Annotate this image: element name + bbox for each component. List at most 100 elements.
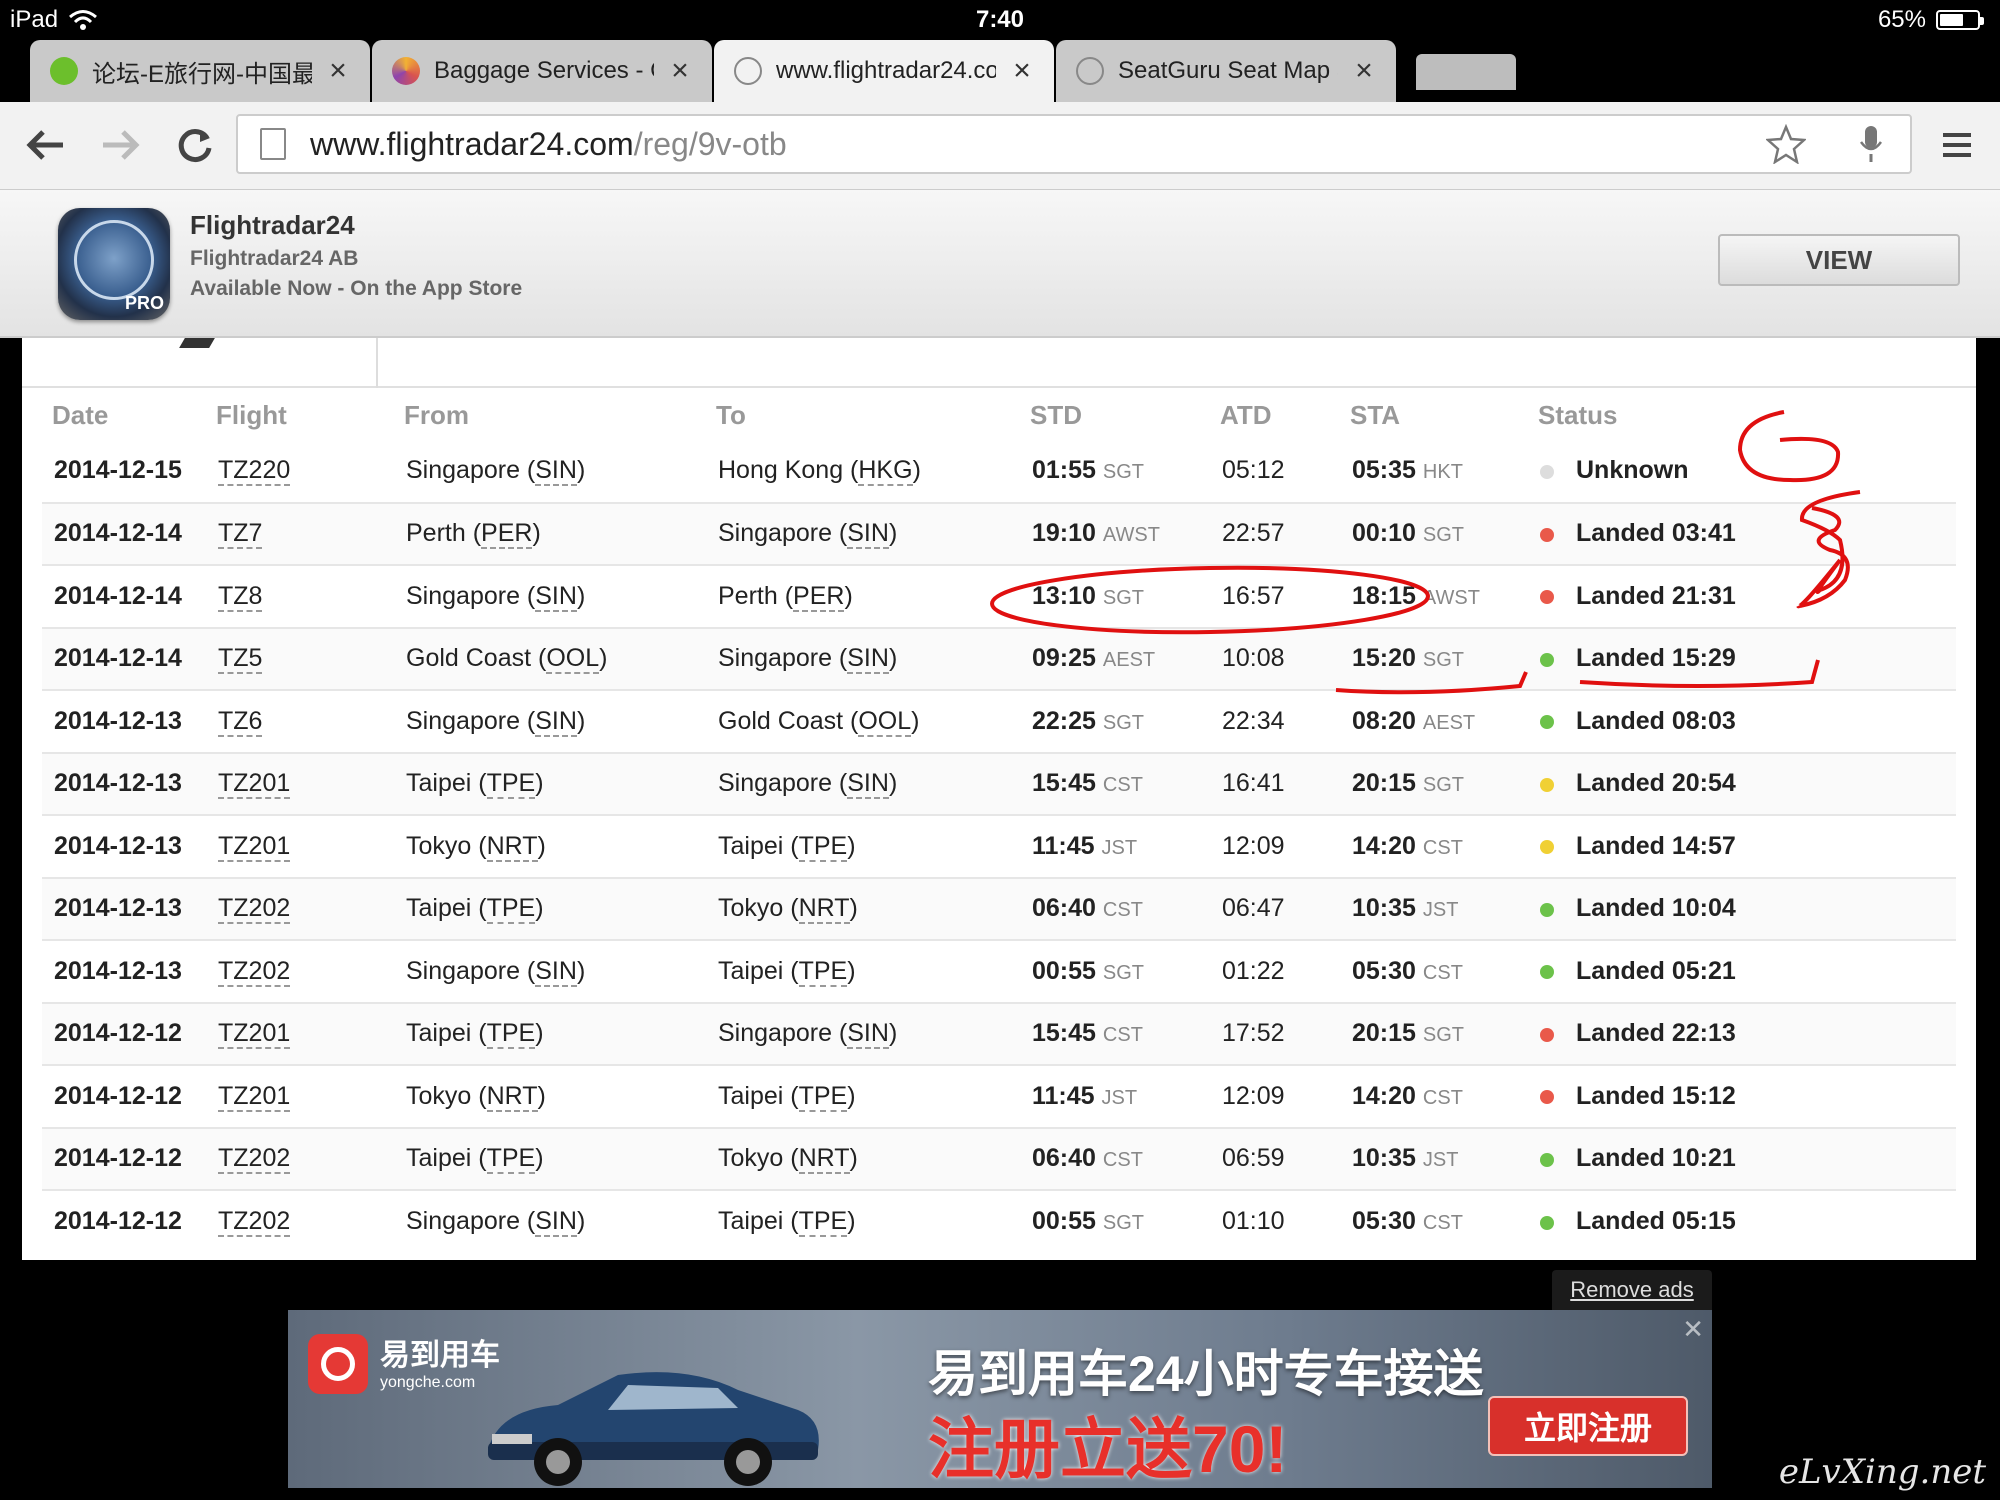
- close-icon[interactable]: ×: [668, 54, 692, 88]
- flight-link[interactable]: TZ202: [218, 894, 291, 925]
- close-icon[interactable]: ✕: [1682, 1314, 1704, 1345]
- flight-link[interactable]: TZ220: [218, 456, 291, 487]
- table-row[interactable]: 2014-12-12 TZ201 Tokyo (NRT) Taipei (TPE) 11…: [42, 1064, 1956, 1128]
- sta-timezone: SGT: [1422, 1024, 1465, 1047]
- std-time: 22:25: [1032, 706, 1096, 735]
- sta-timezone: CST: [1422, 1086, 1463, 1109]
- origin-airport[interactable]: Tokyo (NRT): [406, 831, 546, 862]
- std-time: 06:40: [1032, 1144, 1096, 1173]
- sta-timezone: CST: [1422, 836, 1463, 859]
- forward-button[interactable]: [96, 120, 146, 170]
- status-dot-icon: [1540, 1152, 1554, 1167]
- reload-button[interactable]: [170, 120, 220, 170]
- destination-airport[interactable]: Taipei (TPE): [718, 956, 856, 987]
- tab-seatguru[interactable]: SeatGuru Seat Map S ×: [1056, 40, 1396, 102]
- star-icon[interactable]: [1766, 124, 1806, 164]
- table-row[interactable]: 2014-12-14 TZ7 Perth (PER) Singapore (SIN) 1…: [42, 501, 1956, 565]
- table-row[interactable]: 2014-12-13 TZ201 Tokyo (NRT) Taipei (TPE) 11…: [42, 814, 1956, 878]
- destination-airport[interactable]: Singapore (SIN): [718, 519, 897, 550]
- ad-register-button[interactable]: 立即注册: [1488, 1396, 1688, 1456]
- table-row[interactable]: 2014-12-13 TZ201 Taipei (TPE) Singapore (SI…: [42, 751, 1956, 815]
- flight-link[interactable]: TZ5: [218, 644, 263, 675]
- flight-link[interactable]: TZ201: [218, 831, 291, 862]
- table-header-row: Date Flight From To STD ATD STA Status: [42, 390, 1956, 440]
- flight-link[interactable]: TZ7: [218, 519, 263, 550]
- table-row[interactable]: 2014-12-14 TZ8 Singapore (SIN) Perth (PER) 1…: [42, 564, 1956, 628]
- destination-airport[interactable]: Taipei (TPE): [718, 831, 856, 862]
- battery-icon: [1936, 10, 1984, 30]
- destination-airport[interactable]: Tokyo (NRT): [718, 1144, 858, 1175]
- cell-flight: TZ201: [206, 1064, 394, 1128]
- origin-airport[interactable]: Tokyo (NRT): [406, 1081, 546, 1112]
- origin-airport[interactable]: Singapore (SIN): [406, 456, 585, 487]
- destination-airport[interactable]: Singapore (SIN): [718, 769, 897, 800]
- column-header-from: From: [404, 399, 469, 430]
- view-app-button[interactable]: VIEW: [1718, 234, 1960, 286]
- flight-link[interactable]: TZ201: [218, 1081, 291, 1112]
- destination-airport[interactable]: Singapore (SIN): [718, 1019, 897, 1050]
- cell-flight: TZ220: [206, 440, 394, 503]
- tab-baggage-services[interactable]: Baggage Services - C ×: [372, 40, 712, 102]
- std-time: 01:55: [1032, 456, 1096, 485]
- flight-link[interactable]: TZ202: [218, 1144, 291, 1175]
- status-dot-icon: [1540, 715, 1554, 730]
- sta-timezone: CST: [1422, 961, 1463, 984]
- menu-button[interactable]: [1932, 120, 1982, 170]
- ad-banner[interactable]: 易到用车 yongche.com 易到用车24小时专车接送 注册立送70! 立即注…: [288, 1310, 1712, 1488]
- status-dot-icon: [1540, 527, 1554, 542]
- cell-to: Singapore (SIN): [706, 1001, 1020, 1065]
- destination-airport[interactable]: Gold Coast (OOL): [718, 706, 919, 737]
- status-text: Landed 21:31: [1576, 581, 1736, 610]
- table-row[interactable]: 2014-12-12 TZ202 Singapore (SIN) Taipei (TP…: [42, 1189, 1956, 1253]
- origin-airport[interactable]: Perth (PER): [406, 519, 541, 550]
- table-row[interactable]: 2014-12-13 TZ6 Singapore (SIN) Gold Coast (…: [42, 689, 1956, 753]
- new-tab-button[interactable]: [1416, 54, 1516, 90]
- close-icon[interactable]: ×: [1352, 54, 1376, 88]
- cell-std: 15:45 CST: [1020, 1001, 1210, 1065]
- destination-airport[interactable]: Perth (PER): [718, 581, 853, 612]
- origin-airport[interactable]: Taipei (TPE): [406, 1144, 544, 1175]
- cell-to: Taipei (TPE): [706, 814, 1020, 878]
- flight-link[interactable]: TZ202: [218, 1207, 291, 1238]
- cell-sta: 00:10 SGT: [1340, 501, 1528, 565]
- flight-link[interactable]: TZ201: [218, 1019, 291, 1050]
- close-icon[interactable]: ×: [326, 54, 350, 88]
- address-bar[interactable]: www.flightradar24.com/reg/9v-otb: [236, 114, 1912, 174]
- remove-ads-link[interactable]: Remove ads: [1552, 1270, 1712, 1310]
- cell-from: Taipei (TPE): [394, 751, 706, 815]
- tab-elvxing[interactable]: 论坛-E旅行网-中国最大 ×: [30, 40, 370, 102]
- origin-airport[interactable]: Taipei (TPE): [406, 769, 544, 800]
- microphone-icon[interactable]: [1858, 124, 1884, 164]
- origin-airport[interactable]: Gold Coast (OOL): [406, 644, 607, 675]
- destination-airport[interactable]: Tokyo (NRT): [718, 894, 858, 925]
- cell-sta: 08:20 AEST: [1340, 689, 1528, 753]
- origin-airport[interactable]: Singapore (SIN): [406, 956, 585, 987]
- cell-std: 11:45 JST: [1020, 814, 1210, 878]
- flight-link[interactable]: TZ8: [218, 581, 263, 612]
- cell-from: Singapore (SIN): [394, 689, 706, 753]
- destination-airport[interactable]: Taipei (TPE): [718, 1207, 856, 1238]
- origin-airport[interactable]: Taipei (TPE): [406, 1019, 544, 1050]
- back-button[interactable]: [20, 120, 70, 170]
- flight-link[interactable]: TZ201: [218, 769, 291, 800]
- origin-airport[interactable]: Singapore (SIN): [406, 1207, 585, 1238]
- sta-time: 00:10: [1352, 519, 1416, 548]
- table-row[interactable]: 2014-12-12 TZ201 Taipei (TPE) Singapore (SI…: [42, 1001, 1956, 1065]
- destination-airport[interactable]: Taipei (TPE): [718, 1081, 856, 1112]
- table-row[interactable]: 2014-12-13 TZ202 Taipei (TPE) Tokyo (NRT) 06…: [42, 876, 1956, 940]
- destination-airport[interactable]: Singapore (SIN): [718, 644, 897, 675]
- table-row[interactable]: 2014-12-14 TZ5 Gold Coast (OOL) Singapore (…: [42, 626, 1956, 690]
- destination-airport[interactable]: Hong Kong (HKG): [718, 456, 921, 487]
- std-time: 19:10: [1032, 519, 1096, 548]
- origin-airport[interactable]: Singapore (SIN): [406, 581, 585, 612]
- table-row[interactable]: 2014-12-15 TZ220 Singapore (SIN) Hong Kong …: [42, 440, 1956, 503]
- origin-airport[interactable]: Taipei (TPE): [406, 894, 544, 925]
- flight-link[interactable]: TZ202: [218, 956, 291, 987]
- tab-flightradar24[interactable]: www.flightradar24.com ×: [714, 40, 1054, 102]
- origin-airport[interactable]: Singapore (SIN): [406, 706, 585, 737]
- table-row[interactable]: 2014-12-13 TZ202 Singapore (SIN) Taipei (TP…: [42, 939, 1956, 1003]
- close-icon[interactable]: ×: [1010, 54, 1034, 88]
- flight-link[interactable]: TZ6: [218, 706, 263, 737]
- cell-sta: 14:20 CST: [1340, 814, 1528, 878]
- table-row[interactable]: 2014-12-12 TZ202 Taipei (TPE) Tokyo (NRT) 06…: [42, 1126, 1956, 1190]
